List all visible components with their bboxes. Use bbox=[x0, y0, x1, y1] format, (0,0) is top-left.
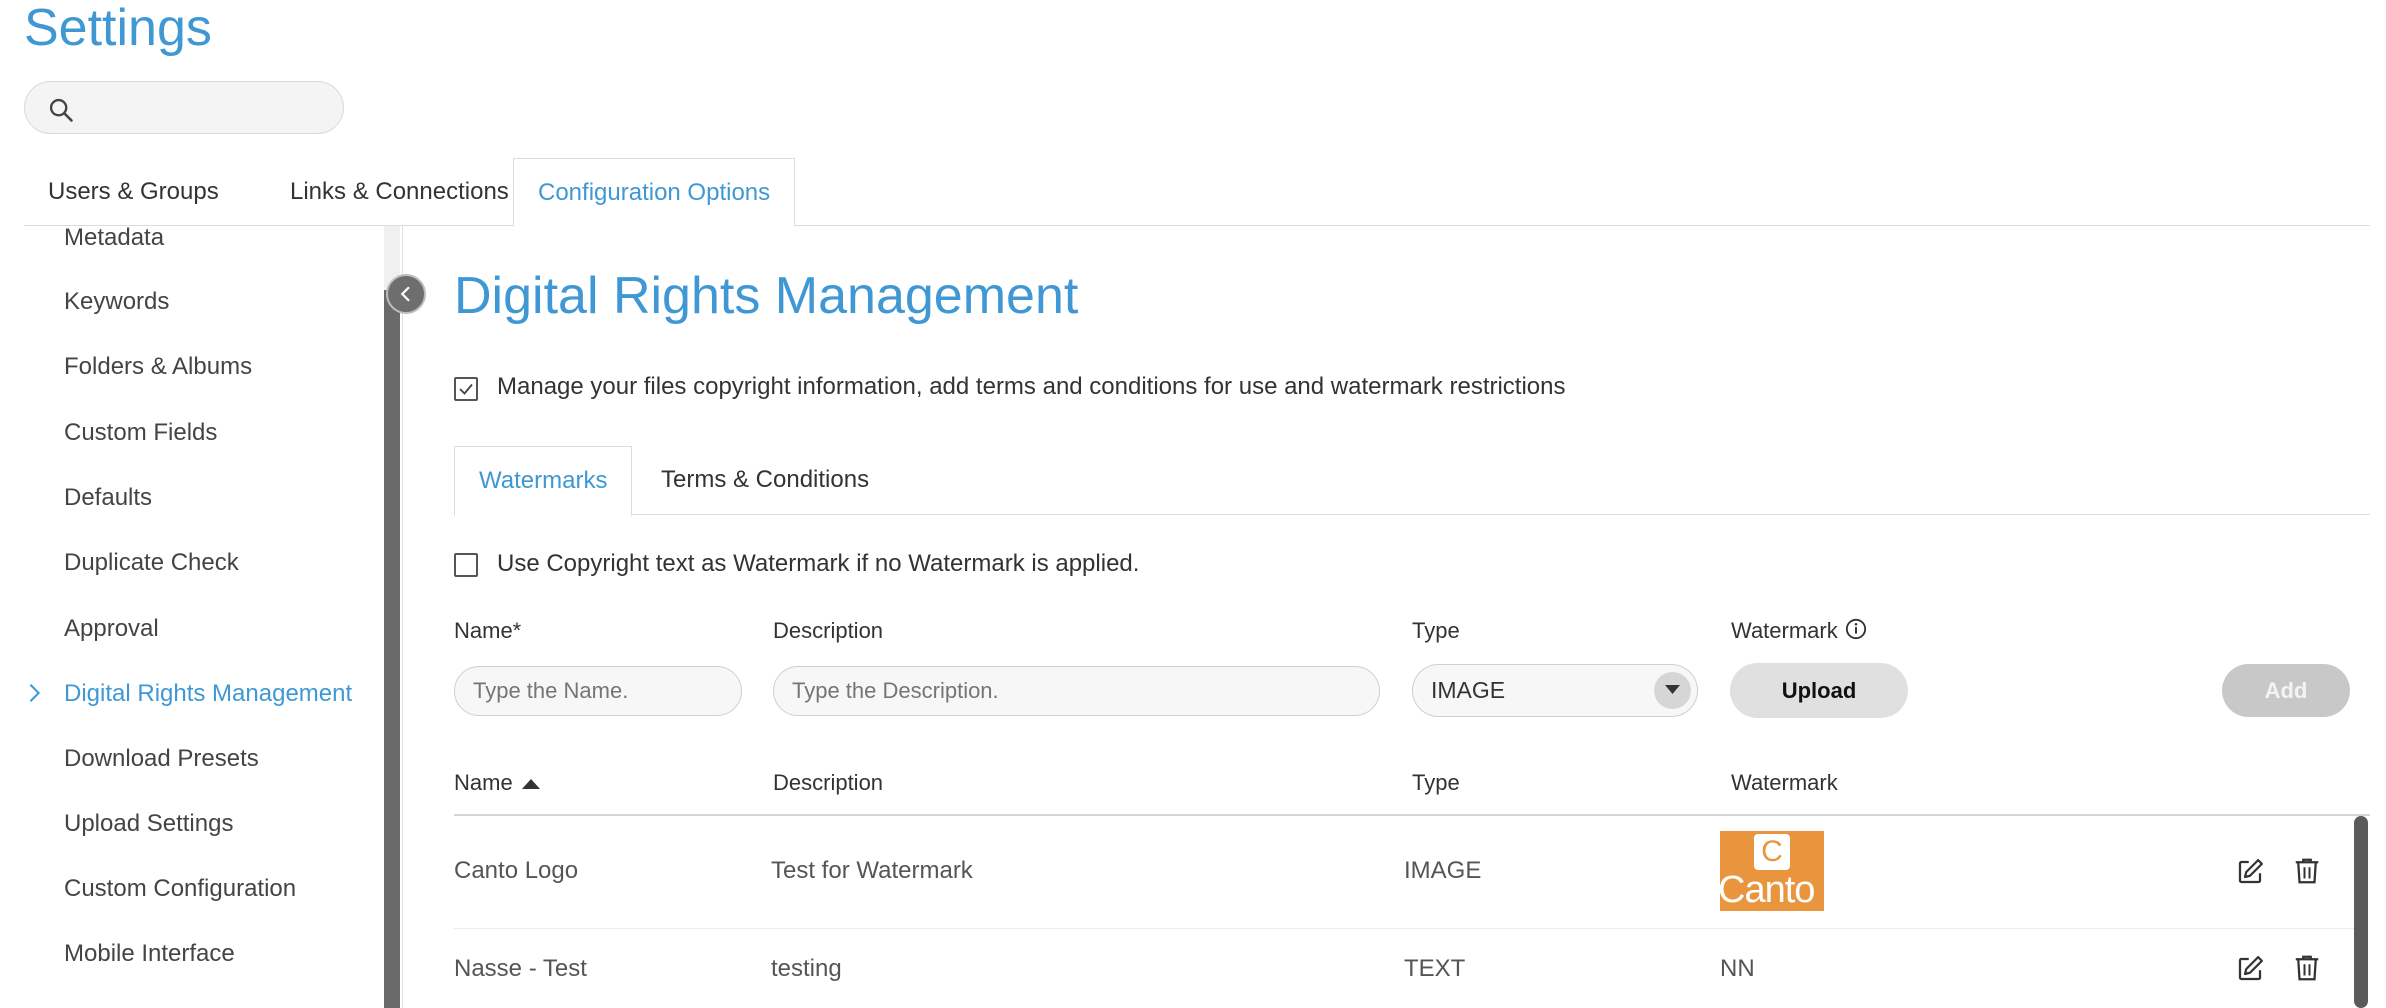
manage-drm-checkbox[interactable] bbox=[454, 377, 478, 401]
sidebar-item-duplicate-check[interactable]: Duplicate Check bbox=[64, 546, 239, 580]
row-type: TEXT bbox=[1404, 955, 1466, 982]
search-icon bbox=[49, 98, 73, 122]
row-description: Test for Watermark bbox=[771, 857, 973, 884]
description-label: Description bbox=[773, 618, 884, 643]
description-input[interactable] bbox=[773, 666, 1380, 716]
canto-logo-letter: C bbox=[1761, 835, 1783, 868]
tab-watermarks[interactable]: Watermarks bbox=[454, 446, 633, 516]
canto-logo-word: Canto bbox=[1720, 869, 1815, 911]
chevron-right-icon bbox=[29, 684, 41, 702]
type-select[interactable]: IMAGE bbox=[1412, 664, 1698, 717]
sidebar-item-custom-configuration[interactable]: Custom Configuration bbox=[64, 872, 296, 906]
row-name: Canto Logo bbox=[454, 857, 579, 884]
chevron-left-icon bbox=[400, 286, 410, 302]
page-title: Settings bbox=[24, 0, 212, 57]
sidebar-item-folders-albums[interactable]: Folders & Albums bbox=[64, 350, 252, 384]
type-label: Type bbox=[1412, 618, 1460, 643]
row-description: testing bbox=[771, 955, 842, 982]
top-tabs: Users & Groups Links & Connections Confi… bbox=[24, 158, 2370, 227]
copyright-watermark-checkbox[interactable] bbox=[454, 553, 478, 577]
collapse-sidebar-button[interactable] bbox=[386, 274, 426, 314]
sort-ascending-icon[interactable] bbox=[522, 777, 540, 789]
section-title: Digital Rights Management bbox=[454, 267, 1079, 325]
checkmark-icon bbox=[459, 383, 473, 395]
upload-button[interactable]: Upload bbox=[1730, 663, 1908, 718]
sidebar-item-mobile-interface[interactable]: Mobile Interface bbox=[64, 937, 235, 971]
tab-terms-conditions[interactable]: Terms & Conditions bbox=[637, 446, 893, 515]
manage-drm-label: Manage your files copyright information,… bbox=[497, 373, 1566, 400]
sidebar-item-digital-rights-management[interactable]: Digital Rights Management bbox=[64, 677, 352, 711]
sidebar-item-download-presets[interactable]: Download Presets bbox=[64, 742, 259, 776]
column-header-type: Type bbox=[1412, 770, 1460, 795]
sidebar-item-upload-settings[interactable]: Upload Settings bbox=[64, 807, 233, 841]
watermark-label: Watermark bbox=[1731, 618, 1838, 643]
row-type: IMAGE bbox=[1404, 857, 1482, 884]
search-input[interactable] bbox=[87, 90, 327, 126]
name-input[interactable] bbox=[454, 666, 742, 716]
copyright-watermark-label: Use Copyright text as Watermark if no Wa… bbox=[497, 550, 1140, 577]
row-watermark-text: NN bbox=[1720, 955, 1755, 982]
column-header-name[interactable]: Name bbox=[454, 770, 513, 796]
search-box[interactable] bbox=[24, 81, 344, 134]
sidebar-item-defaults[interactable]: Defaults bbox=[64, 481, 152, 515]
trash-icon[interactable] bbox=[2292, 953, 2322, 983]
sidebar-item-approval[interactable]: Approval bbox=[64, 612, 159, 646]
add-button[interactable]: Add bbox=[2222, 664, 2350, 717]
column-header-description: Description bbox=[773, 770, 884, 795]
edit-icon[interactable] bbox=[2235, 857, 2265, 887]
info-icon[interactable] bbox=[1845, 618, 1867, 640]
edit-icon[interactable] bbox=[2235, 954, 2265, 984]
row-name: Nasse - Test bbox=[454, 955, 587, 982]
drm-sub-tabs: Watermarks Terms & Conditions bbox=[454, 446, 2370, 516]
tab-links-connections[interactable]: Links & Connections bbox=[266, 158, 533, 226]
row-divider bbox=[454, 928, 2354, 929]
column-header-watermark: Watermark bbox=[1731, 770, 1838, 795]
table-header-divider bbox=[454, 814, 2370, 816]
sidebar-item-metadata[interactable]: Metadata bbox=[64, 221, 164, 255]
sidebar-item-keywords[interactable]: Keywords bbox=[64, 285, 169, 319]
type-select-value: IMAGE bbox=[1431, 677, 1506, 703]
caret-down-icon bbox=[1654, 672, 1691, 709]
name-label: Name* bbox=[454, 618, 522, 643]
canto-logo-watermark: C Canto bbox=[1720, 831, 1824, 911]
sidebar-item-custom-fields[interactable]: Custom Fields bbox=[64, 416, 217, 450]
tab-users-groups[interactable]: Users & Groups bbox=[24, 158, 243, 226]
tab-configuration-options[interactable]: Configuration Options bbox=[513, 158, 796, 227]
table-scrollbar-thumb[interactable] bbox=[2354, 816, 2368, 1008]
sidebar-scrollbar-thumb[interactable] bbox=[384, 290, 400, 1008]
trash-icon[interactable] bbox=[2292, 856, 2322, 886]
sidebar-divider bbox=[402, 226, 403, 1008]
